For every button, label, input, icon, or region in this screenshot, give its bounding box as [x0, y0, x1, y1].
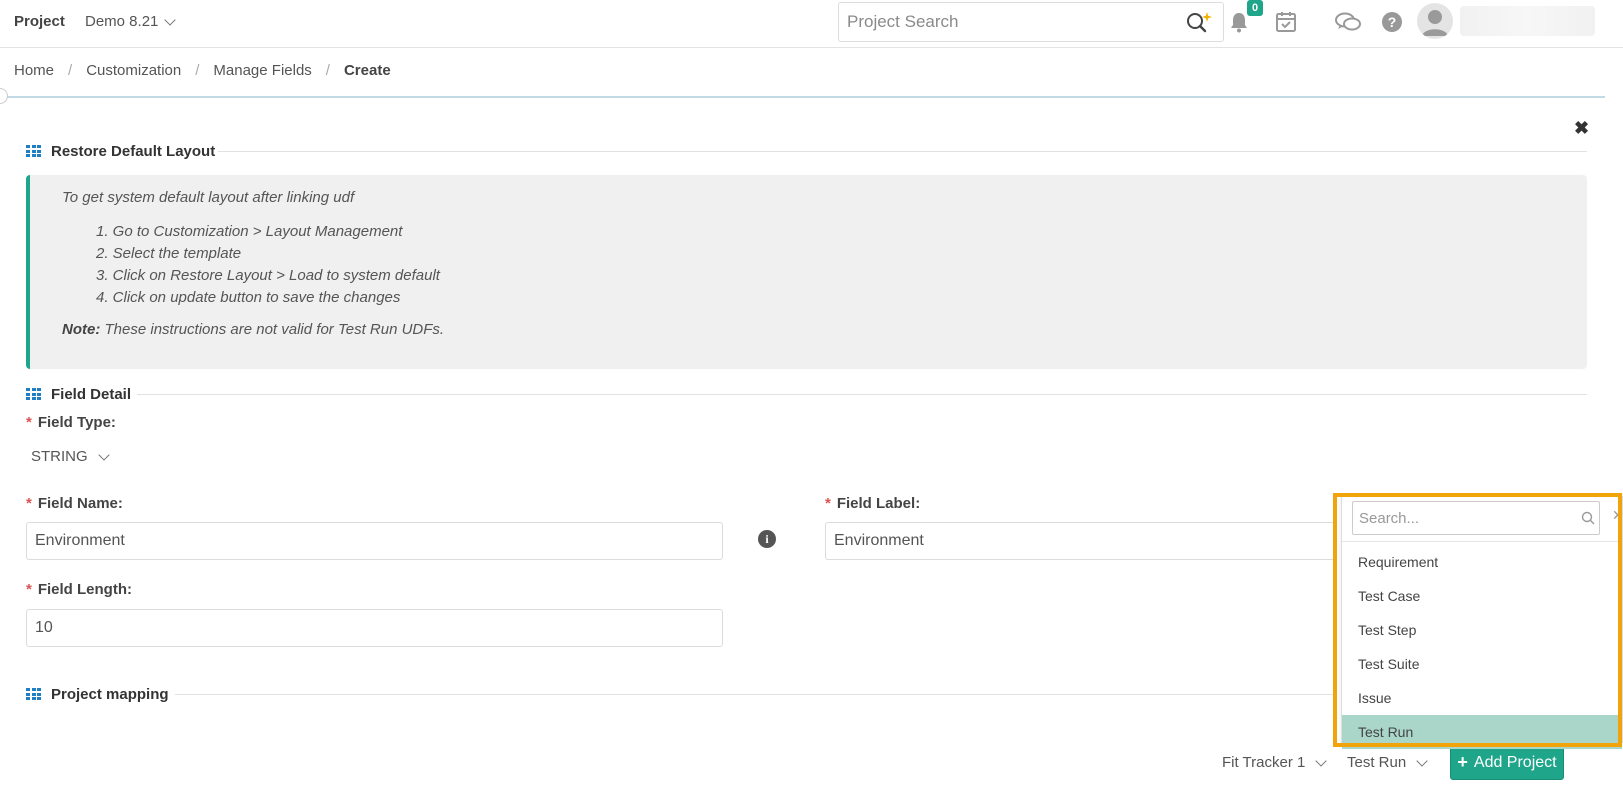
- calendar-check-icon[interactable]: [1273, 9, 1299, 35]
- project-mapping-project-select[interactable]: Fit Tracker 1: [1222, 754, 1328, 771]
- section-divider: [175, 694, 1335, 695]
- instructions-note: Note: These instructions are not valid f…: [62, 321, 444, 338]
- field-detail-header: Field Detail: [26, 386, 131, 403]
- username-redacted[interactable]: [1460, 6, 1595, 36]
- search-icon: [1581, 511, 1595, 525]
- breadcrumb: Home / Customization / Manage Fields / C…: [14, 62, 391, 79]
- field-type-value: STRING: [31, 448, 88, 465]
- dropdown-options: Requirement Test Case Test Step Test Sui…: [1342, 545, 1622, 749]
- instruction-step: 1. Go to Customization > Layout Manageme…: [96, 223, 403, 240]
- project-selector[interactable]: Demo 8.21: [85, 13, 177, 30]
- breadcrumb-separator: /: [325, 62, 330, 79]
- field-detail-title: Field Detail: [51, 386, 132, 403]
- chevron-down-icon: [98, 448, 110, 461]
- grid-icon: [26, 688, 41, 701]
- dropdown-option-test-run[interactable]: Test Run: [1342, 715, 1622, 749]
- plus-icon: +: [1457, 752, 1468, 772]
- ai-search-icon[interactable]: [1185, 10, 1213, 34]
- restore-instructions-panel: To get system default layout after linki…: [26, 175, 1587, 369]
- breadcrumb-manage-fields[interactable]: Manage Fields: [213, 62, 311, 79]
- add-project-label: Add Project: [1473, 753, 1557, 771]
- section-divider: [218, 151, 1587, 152]
- dropdown-option-test-suite[interactable]: Test Suite: [1342, 647, 1622, 681]
- dropdown-option-requirement[interactable]: Requirement: [1342, 545, 1622, 579]
- chevron-down-icon: [1416, 754, 1428, 767]
- instructions-intro: To get system default layout after linki…: [62, 189, 355, 206]
- breadcrumb-customization[interactable]: Customization: [86, 62, 181, 79]
- chevron-down-icon: [1315, 754, 1328, 767]
- instructions-list: 1. Go to Customization > Layout Manageme…: [96, 221, 440, 309]
- entity-select-value: Test Run: [1347, 754, 1407, 771]
- project-name: Demo 8.21: [85, 13, 159, 30]
- project-select-value: Fit Tracker 1: [1222, 754, 1306, 771]
- project-mapping-title: Project mapping: [51, 686, 169, 703]
- user-avatar-icon: [1422, 10, 1448, 36]
- help-icon[interactable]: ?: [1379, 9, 1405, 35]
- breadcrumb-home[interactable]: Home: [14, 62, 54, 79]
- chevron-down-icon: [164, 13, 177, 26]
- breadcrumb-separator: /: [195, 62, 200, 79]
- field-name-input[interactable]: Environment: [26, 522, 723, 560]
- dropdown-option-test-step[interactable]: Test Step: [1342, 613, 1622, 647]
- note-text: These instructions are not valid for Tes…: [104, 321, 445, 338]
- field-label-label-text: Field Label:: [836, 495, 921, 512]
- grid-icon: [26, 145, 41, 158]
- field-label-input[interactable]: Environment: [825, 522, 1335, 560]
- dropdown-option-test-case[interactable]: Test Case: [1342, 579, 1622, 613]
- entity-dropdown-menu: ✕ Requirement Test Case Test Step Test S…: [1341, 496, 1623, 749]
- project-search: [838, 2, 1224, 42]
- close-icon[interactable]: ✖: [1574, 118, 1589, 139]
- grid-icon: [26, 388, 41, 401]
- dropdown-search-input[interactable]: [1353, 502, 1568, 534]
- field-type-select[interactable]: STRING: [31, 448, 110, 465]
- field-name-label-text: Field Name:: [37, 495, 123, 512]
- user-avatar[interactable]: [1417, 3, 1453, 39]
- field-name-label: * Field Name:: [26, 495, 123, 512]
- dropdown-divider: [1342, 541, 1622, 542]
- info-icon[interactable]: i: [758, 530, 776, 548]
- svg-text:?: ?: [1388, 14, 1397, 30]
- required-marker: *: [26, 414, 32, 431]
- restore-layout-header: Restore Default Layout: [26, 143, 215, 160]
- instruction-step: 2. Select the template: [96, 245, 242, 262]
- chat-bubbles-icon[interactable]: [1334, 9, 1362, 35]
- field-type-label: * Field Type:: [26, 414, 116, 431]
- sidebar-toggle-handle[interactable]: [0, 88, 8, 104]
- section-divider: [137, 394, 1587, 395]
- instruction-step: 3. Click on Restore Layout > Load to sys…: [96, 267, 440, 284]
- notification-badge: 0: [1247, 0, 1264, 16]
- breadcrumb-divider: [0, 96, 1605, 98]
- required-marker: *: [26, 495, 32, 512]
- project-mapping-entity-select[interactable]: Test Run: [1347, 754, 1428, 771]
- required-marker: *: [825, 495, 831, 512]
- dropdown-close-icon[interactable]: ✕: [1612, 507, 1623, 524]
- field-label-label: * Field Label:: [825, 495, 920, 512]
- brand-label[interactable]: Project: [14, 13, 65, 30]
- field-length-label: * Field Length:: [26, 581, 132, 598]
- note-label: Note:: [62, 321, 101, 338]
- field-length-input[interactable]: 10: [26, 609, 723, 647]
- breadcrumb-current: Create: [343, 62, 391, 79]
- dropdown-search: [1352, 501, 1600, 535]
- field-type-label-text: Field Type:: [37, 414, 116, 431]
- field-length-label-text: Field Length:: [37, 581, 132, 598]
- required-marker: *: [26, 581, 32, 598]
- project-mapping-header: Project mapping: [26, 686, 169, 703]
- breadcrumb-separator: /: [68, 62, 73, 79]
- add-project-button[interactable]: + Add Project: [1450, 745, 1564, 780]
- top-navbar: Project Demo 8.21 0 ?: [0, 0, 1623, 48]
- instruction-step: 4. Click on update button to save the ch…: [96, 289, 401, 306]
- restore-layout-title: Restore Default Layout: [51, 143, 216, 160]
- project-search-input[interactable]: [839, 3, 1169, 41]
- dropdown-option-issue[interactable]: Issue: [1342, 681, 1622, 715]
